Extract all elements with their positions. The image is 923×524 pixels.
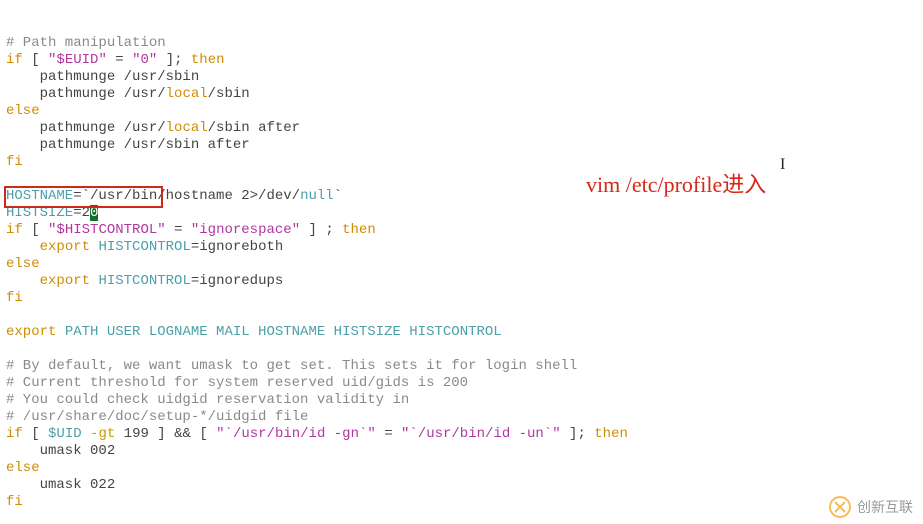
code-line: pathmunge /usr/sbin after xyxy=(6,137,250,153)
str-zero: "0" xyxy=(132,52,157,68)
code-line: pathmunge /usr/ xyxy=(6,120,166,136)
text-caret-icon: I xyxy=(780,156,785,173)
code-editor-viewport[interactable]: # Path manipulation if [ "$EUID" = "0" ]… xyxy=(0,0,923,517)
semicolon: ; xyxy=(325,222,333,238)
vim-cursor-block: 0 xyxy=(90,205,98,221)
comment-line: # By default, we want umask to get set. … xyxy=(6,358,577,374)
code-line: umask 002 xyxy=(6,443,115,459)
kw-fi: fi xyxy=(6,494,23,510)
bracket: [ xyxy=(31,222,39,238)
eq: = xyxy=(191,239,199,255)
var-uid: $UID xyxy=(48,426,82,442)
str-ignorespace: "ignorespace" xyxy=(191,222,300,238)
semicolon: ; xyxy=(577,426,585,442)
comment-line: # You could check uidgid reservation val… xyxy=(6,392,409,408)
num-199: 199 xyxy=(124,426,149,442)
comment-line: # Current threshold for system reserved … xyxy=(6,375,468,391)
kw-export: export xyxy=(6,324,56,340)
kw-then: then xyxy=(191,52,225,68)
kw-then: then xyxy=(342,222,376,238)
eq: = xyxy=(384,426,392,442)
bracket: [ xyxy=(31,426,39,442)
export-vars: PATH USER LOGNAME MAIL HOSTNAME HISTSIZE… xyxy=(56,324,501,340)
num-histsize-pre: 2 xyxy=(82,205,90,221)
code-line: /sbin after xyxy=(208,120,300,136)
kw-export: export xyxy=(40,273,90,289)
code-line: pathmunge /usr/sbin xyxy=(6,69,199,85)
kw-if: if xyxy=(6,52,23,68)
kw-local: local xyxy=(166,120,208,136)
code-line: pathmunge /usr/ xyxy=(6,86,166,102)
var-histcontrol: "$HISTCONTROL" xyxy=(48,222,166,238)
var-euid: "$EUID" xyxy=(48,52,107,68)
kw-if: if xyxy=(6,426,23,442)
eq: = xyxy=(191,273,199,289)
bracket: ] xyxy=(309,222,317,238)
semicolon: ; xyxy=(174,52,182,68)
assign-hostname: =`/usr/bin/hostname 2>/dev/ xyxy=(73,188,300,204)
null-token: null xyxy=(300,188,334,204)
var-histsize: HISTSIZE xyxy=(6,205,73,221)
eq: = xyxy=(73,205,81,221)
bracket: [ xyxy=(31,52,39,68)
kw-else: else xyxy=(6,103,40,119)
op-and: && xyxy=(174,426,191,442)
watermark: 创新互联 xyxy=(829,496,913,518)
kw-fi: fi xyxy=(6,154,23,170)
var-histcontrol: HISTCONTROL xyxy=(98,273,190,289)
kw-export: export xyxy=(40,239,90,255)
bracket: [ xyxy=(199,426,207,442)
var-histcontrol: HISTCONTROL xyxy=(98,239,190,255)
kw-if: if xyxy=(6,222,23,238)
kw-else: else xyxy=(6,256,40,272)
annotation-text: vim /etc/profile进入 xyxy=(586,176,766,193)
comment-line: # /usr/share/doc/setup-*/uidgid file xyxy=(6,409,308,425)
code-line: /sbin xyxy=(208,86,250,102)
val-ignoreboth: ignoreboth xyxy=(199,239,283,255)
kw-local: local xyxy=(166,86,208,102)
kw-fi: fi xyxy=(6,290,23,306)
str-id-gn: "`/usr/bin/id -gn`" xyxy=(216,426,376,442)
eq: = xyxy=(115,52,123,68)
watermark-text: 创新互联 xyxy=(857,499,913,516)
watermark-logo-icon xyxy=(829,496,851,518)
code-line: umask 022 xyxy=(6,477,115,493)
kw-else: else xyxy=(6,460,40,476)
kw-then: then xyxy=(594,426,628,442)
backtick: ` xyxy=(334,188,342,204)
str-id-un: "`/usr/bin/id -un`" xyxy=(401,426,561,442)
bracket: ] xyxy=(166,52,174,68)
op-gt: -gt xyxy=(90,426,115,442)
bracket: ] xyxy=(157,426,165,442)
val-ignoredups: ignoredups xyxy=(199,273,283,289)
var-hostname: HOSTNAME xyxy=(6,188,73,204)
comment-line: # Path manipulation xyxy=(6,35,166,51)
